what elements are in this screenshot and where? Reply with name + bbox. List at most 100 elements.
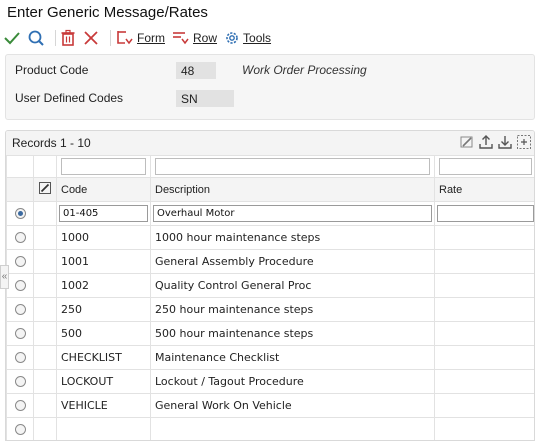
description-cell[interactable]: Lockout / Tagout Procedure [150,369,435,394]
column-header-code[interactable]: Code [56,177,151,202]
code-cell[interactable]: LOCKOUT [56,369,151,394]
column-header-rate[interactable]: Rate [434,177,534,202]
description-cell[interactable]: General Assembly Procedure [150,249,435,274]
rate-cell [434,201,534,226]
table-row[interactable] [6,417,534,440]
code-input[interactable] [59,205,148,222]
row-select-cell [6,417,34,440]
table-row[interactable]: 250 250 hour maintenance steps [6,297,534,322]
product-code-description: Work Order Processing [242,63,367,77]
code-cell[interactable]: VEHICLE [56,393,151,418]
form-menu-button[interactable]: Form [115,27,165,49]
header-edit-cell [33,177,57,202]
description-cell[interactable]: 1000 hour maintenance steps [150,225,435,250]
row-radio[interactable] [14,352,26,363]
description-cell[interactable]: 250 hour maintenance steps [150,297,435,322]
close-x-icon [84,31,98,45]
row-select-cell [6,225,34,250]
rate-cell[interactable] [434,273,534,298]
table-row[interactable]: VEHICLE General Work On Vehicle [6,393,534,418]
row-edit-cell [33,249,57,274]
code-cell[interactable] [56,417,151,440]
title-bar: Enter Generic Message/Rates [0,0,535,24]
code-cell[interactable]: 1000 [56,225,151,250]
toolbar-separator [55,30,56,46]
search-icon [28,30,44,46]
tools-menu-button[interactable]: Tools [223,27,271,49]
table-row[interactable]: LOCKOUT Lockout / Tagout Procedure [6,369,534,394]
rate-cell[interactable] [434,417,534,440]
qbe-cell [56,155,151,178]
row-select-cell [6,201,34,226]
edit-grid-icon[interactable] [38,181,52,195]
code-cell[interactable]: 1002 [56,273,151,298]
row-radio[interactable] [14,256,26,267]
rate-cell[interactable] [434,369,534,394]
rate-cell[interactable] [434,393,534,418]
table-row[interactable]: 1001 General Assembly Procedure [6,249,534,274]
grid-tools [459,134,532,155]
row-menu-label: Row [193,31,218,45]
row-radio[interactable] [14,280,26,291]
column-header-row: Code Description Rate [6,177,534,202]
table-row[interactable]: CHECKLIST Maintenance Checklist [6,345,534,370]
row-radio[interactable] [14,400,26,411]
qbe-description-input[interactable] [155,158,430,175]
rate-cell[interactable] [434,297,534,322]
description-cell[interactable]: 500 hour maintenance steps [150,321,435,346]
description-cell[interactable]: General Work On Vehicle [150,393,435,418]
column-header-description[interactable]: Description [150,177,435,202]
rate-cell[interactable] [434,249,534,274]
qbe-cell [150,155,435,178]
row-menu-button[interactable]: Row [171,27,217,49]
collapse-left-icon[interactable]: « [0,265,9,289]
row-select-cell [6,345,34,370]
code-cell[interactable]: 1001 [56,249,151,274]
trash-icon [61,29,75,46]
rate-cell[interactable] [434,225,534,250]
product-code-label: Product Code [15,63,89,77]
table-row[interactable]: 1000 1000 hour maintenance steps [6,225,534,250]
grid-header-bar: Records 1 - 10 [6,131,534,155]
rate-cell[interactable] [434,321,534,346]
code-cell[interactable]: CHECKLIST [56,345,151,370]
find-button[interactable] [27,27,45,49]
expand-icon[interactable] [516,134,532,155]
description-cell[interactable]: Maintenance Checklist [150,345,435,370]
row-radio[interactable] [14,328,26,339]
row-radio[interactable] [14,208,26,219]
table-row[interactable]: 1002 Quality Control General Proc [6,273,534,298]
form-menu-label: Form [137,31,165,45]
row-select-cell [6,393,34,418]
import-icon[interactable] [497,134,513,155]
code-cell[interactable]: 250 [56,297,151,322]
edit-grid-icon[interactable] [459,134,475,155]
table-row[interactable]: 500 500 hour maintenance steps [6,321,534,346]
row-radio[interactable] [14,304,26,315]
qbe-code-input[interactable] [61,158,146,175]
description-cell[interactable] [150,417,435,440]
description-cell[interactable]: Quality Control General Proc [150,273,435,298]
table-row[interactable] [6,201,534,226]
rate-input[interactable] [437,205,534,222]
description-cell [150,201,435,226]
udc-label: User Defined Codes [15,91,124,105]
cancel-button[interactable] [82,27,100,49]
row-select-cell [6,297,34,322]
row-radio[interactable] [14,232,26,243]
ok-button[interactable] [3,27,21,49]
rate-cell[interactable] [434,345,534,370]
row-radio[interactable] [14,424,26,435]
qbe-cell [6,155,34,178]
row-menu-icon [173,32,189,45]
grid-panel: Records 1 - 10 Code Description Rate 01-… [5,130,535,441]
code-cell[interactable]: 500 [56,321,151,346]
description-input[interactable] [153,205,432,222]
code-cell [56,201,151,226]
qbe-rate-input[interactable] [439,158,532,175]
row-radio[interactable] [14,376,26,387]
export-icon[interactable] [478,134,494,155]
delete-button[interactable] [60,27,76,49]
qbe-cell [434,155,534,178]
row-edit-cell [33,417,57,440]
